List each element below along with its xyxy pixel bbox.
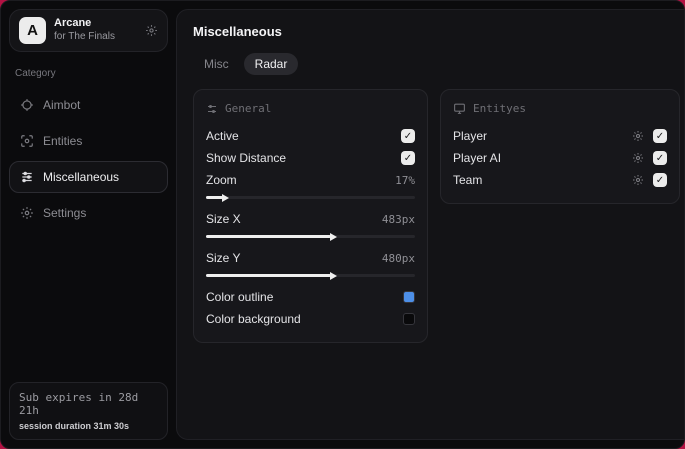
slider-value: 480px [381, 251, 415, 265]
slider-label: Size Y [206, 251, 241, 265]
size-y-slider[interactable] [206, 271, 415, 280]
main-panel: Miscellaneous Misc Radar General Active … [176, 9, 684, 440]
sidebar-item-aimbot[interactable]: Aimbot [9, 89, 168, 121]
crosshair-icon [20, 98, 34, 112]
color-row-outline: Color outline [206, 286, 415, 308]
toggle-row-show-distance: Show Distance ✓ [206, 147, 415, 169]
check-icon: ✓ [403, 130, 413, 142]
zoom-slider[interactable] [206, 193, 415, 202]
sliders-icon [206, 103, 218, 115]
entity-label: Team [453, 173, 483, 187]
sidebar-item-miscellaneous[interactable]: Miscellaneous [9, 161, 168, 193]
cards-row: General Active ✓ Show Distance ✓ Zoom 17… [193, 89, 680, 343]
check-icon: ✓ [655, 174, 665, 186]
sidebar-item-label: Miscellaneous [43, 170, 120, 184]
tab-bar: Misc Radar [193, 53, 680, 75]
active-checkbox[interactable]: ✓ [401, 129, 415, 143]
size-y-slider-fill [206, 271, 338, 280]
color-row-background: Color background [206, 308, 415, 330]
entity-label: Player AI [453, 151, 502, 165]
slider-value: 17% [395, 173, 415, 187]
zoom-slider-fill [206, 193, 229, 202]
app-window: A Arcane for The Finals Category Aimbot … [0, 0, 685, 449]
gear-icon[interactable] [145, 24, 158, 37]
sidebar-item-label: Entities [43, 134, 83, 148]
app-titles: Arcane for The Finals [54, 17, 137, 43]
slider-thumb[interactable] [221, 193, 229, 202]
color-background-swatch[interactable] [403, 313, 415, 325]
sliders-icon [20, 170, 34, 184]
slider-label: Zoom [206, 173, 237, 187]
general-card-title: General [225, 102, 272, 115]
tab-radar[interactable]: Radar [243, 53, 299, 75]
entity-controls: ✓ [632, 173, 667, 187]
team-checkbox[interactable]: ✓ [653, 173, 667, 187]
general-card: General Active ✓ Show Distance ✓ Zoom 17… [193, 89, 428, 343]
entities-card: Entityes Player ✓ Player AI ✓ Team ✓ [440, 89, 680, 204]
app-subtitle: for The Finals [54, 31, 115, 43]
subscription-card: Sub expires in 28d 21h session duration … [9, 382, 168, 440]
slider-row-size-y: Size Y 480px [206, 247, 415, 269]
entity-label: Player [453, 129, 488, 143]
scan-icon [20, 134, 34, 148]
category-label: Category [15, 68, 56, 79]
color-label: Color outline [206, 290, 274, 304]
slider-value: 483px [381, 212, 415, 226]
tab-misc[interactable]: Misc [193, 53, 240, 75]
gear-icon[interactable] [632, 130, 644, 142]
toggle-label: Active [206, 129, 239, 143]
player-ai-checkbox[interactable]: ✓ [653, 151, 667, 165]
gear-icon[interactable] [632, 152, 644, 164]
sidebar-item-label: Settings [43, 206, 87, 220]
slider-row-size-x: Size X 483px [206, 208, 415, 230]
entity-controls: ✓ [632, 129, 667, 143]
entity-row-team: Team ✓ [453, 169, 667, 191]
slider-thumb[interactable] [330, 232, 338, 241]
check-icon: ✓ [655, 152, 665, 164]
entities-card-header: Entityes [453, 102, 667, 115]
page-title: Miscellaneous [193, 24, 282, 39]
gear-icon[interactable] [632, 174, 644, 186]
check-icon: ✓ [403, 152, 413, 164]
check-icon: ✓ [655, 130, 665, 142]
session-duration-text: session duration 31m 30s [19, 421, 130, 431]
entity-controls: ✓ [632, 151, 667, 165]
sidebar-item-settings[interactable]: Settings [9, 197, 168, 229]
app-header-card: A Arcane for The Finals [9, 9, 168, 52]
size-x-slider[interactable] [206, 232, 415, 241]
monitor-icon [453, 102, 466, 115]
sidebar: A Arcane for The Finals Category Aimbot … [1, 1, 176, 448]
color-label: Color background [206, 312, 301, 326]
app-name: Arcane [54, 17, 92, 30]
slider-label: Size X [206, 212, 241, 226]
app-logo: A [19, 17, 46, 44]
slider-row-zoom: Zoom 17% [206, 169, 415, 191]
sidebar-item-entities[interactable]: Entities [9, 125, 168, 157]
toggle-row-active: Active ✓ [206, 125, 415, 147]
slider-thumb[interactable] [330, 271, 338, 280]
gear-icon [20, 206, 34, 220]
toggle-label: Show Distance [206, 151, 287, 165]
size-x-slider-fill [206, 232, 338, 241]
color-outline-swatch[interactable] [403, 291, 415, 303]
entity-row-player: Player ✓ [453, 125, 667, 147]
entities-card-title: Entityes [473, 102, 526, 115]
entity-row-player-ai: Player AI ✓ [453, 147, 667, 169]
general-card-header: General [206, 102, 415, 115]
player-checkbox[interactable]: ✓ [653, 129, 667, 143]
sidebar-item-label: Aimbot [43, 98, 81, 112]
show-distance-checkbox[interactable]: ✓ [401, 151, 415, 165]
sub-expires-text: Sub expires in 28d 21h [19, 391, 139, 417]
